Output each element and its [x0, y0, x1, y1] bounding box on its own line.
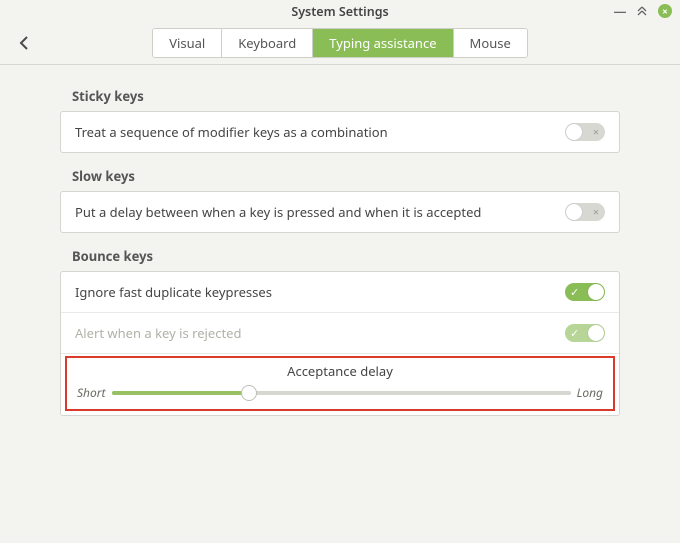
toggle-off-mark-icon: ×	[593, 125, 599, 140]
content-area: Sticky keys Treat a sequence of modifier…	[0, 65, 680, 436]
toggle-knob	[566, 124, 582, 140]
bounce-ignore-toggle[interactable]: ✓	[565, 283, 605, 301]
close-button[interactable]: ×	[658, 4, 672, 18]
sticky-keys-row: Treat a sequence of modifier keys as a c…	[61, 112, 619, 152]
slow-keys-label: Put a delay between when a key is presse…	[75, 203, 565, 221]
window-controls: — ×	[614, 0, 672, 22]
toggle-on-check-icon: ✓	[570, 326, 579, 341]
toggle-knob	[588, 325, 604, 341]
titlebar: System Settings — ×	[0, 0, 680, 22]
window-title: System Settings	[291, 3, 388, 20]
bounce-alert-label: Alert when a key is rejected	[75, 324, 565, 342]
bounce-keys-card: Ignore fast duplicate keypresses ✓ Alert…	[60, 271, 620, 416]
toggle-knob	[588, 284, 604, 300]
back-button[interactable]	[14, 32, 36, 54]
slider-label-short: Short	[77, 384, 106, 401]
tab-typing-assistance[interactable]: Typing assistance	[313, 29, 453, 57]
sticky-keys-label: Treat a sequence of modifier keys as a c…	[75, 123, 565, 141]
acceptance-delay-block: Acceptance delay Short Long	[65, 356, 615, 411]
maximize-button[interactable]	[636, 5, 648, 17]
toggle-knob	[566, 204, 582, 220]
sticky-keys-card: Treat a sequence of modifier keys as a c…	[60, 111, 620, 153]
sticky-keys-toggle[interactable]: ×	[565, 123, 605, 141]
back-arrow-icon	[17, 35, 33, 51]
bounce-alert-row: Alert when a key is rejected ✓	[61, 313, 619, 354]
toggle-off-mark-icon: ×	[593, 205, 599, 220]
tab-bar: Visual Keyboard Typing assistance Mouse	[152, 28, 528, 58]
toggle-on-check-icon: ✓	[570, 285, 579, 300]
slider-knob[interactable]	[241, 385, 257, 401]
slow-keys-card: Put a delay between when a key is presse…	[60, 191, 620, 233]
bounce-ignore-row: Ignore fast duplicate keypresses ✓	[61, 272, 619, 313]
slider-label-long: Long	[577, 384, 603, 401]
tab-keyboard[interactable]: Keyboard	[222, 29, 313, 57]
tab-visual[interactable]: Visual	[153, 29, 222, 57]
acceptance-delay-slider-row: Short Long	[77, 384, 603, 401]
toolbar: Visual Keyboard Typing assistance Mouse	[0, 22, 680, 65]
minimize-button[interactable]: —	[614, 5, 626, 17]
acceptance-delay-title: Acceptance delay	[77, 362, 603, 380]
section-title-slow: Slow keys	[72, 167, 620, 185]
slow-keys-toggle[interactable]: ×	[565, 203, 605, 221]
slider-fill	[112, 391, 250, 395]
slow-keys-row: Put a delay between when a key is presse…	[61, 192, 619, 232]
acceptance-delay-slider[interactable]	[112, 385, 571, 401]
tab-mouse[interactable]: Mouse	[454, 29, 527, 57]
bounce-alert-toggle[interactable]: ✓	[565, 324, 605, 342]
section-title-bounce: Bounce keys	[72, 247, 620, 265]
bounce-ignore-label: Ignore fast duplicate keypresses	[75, 283, 565, 301]
section-title-sticky: Sticky keys	[72, 87, 620, 105]
